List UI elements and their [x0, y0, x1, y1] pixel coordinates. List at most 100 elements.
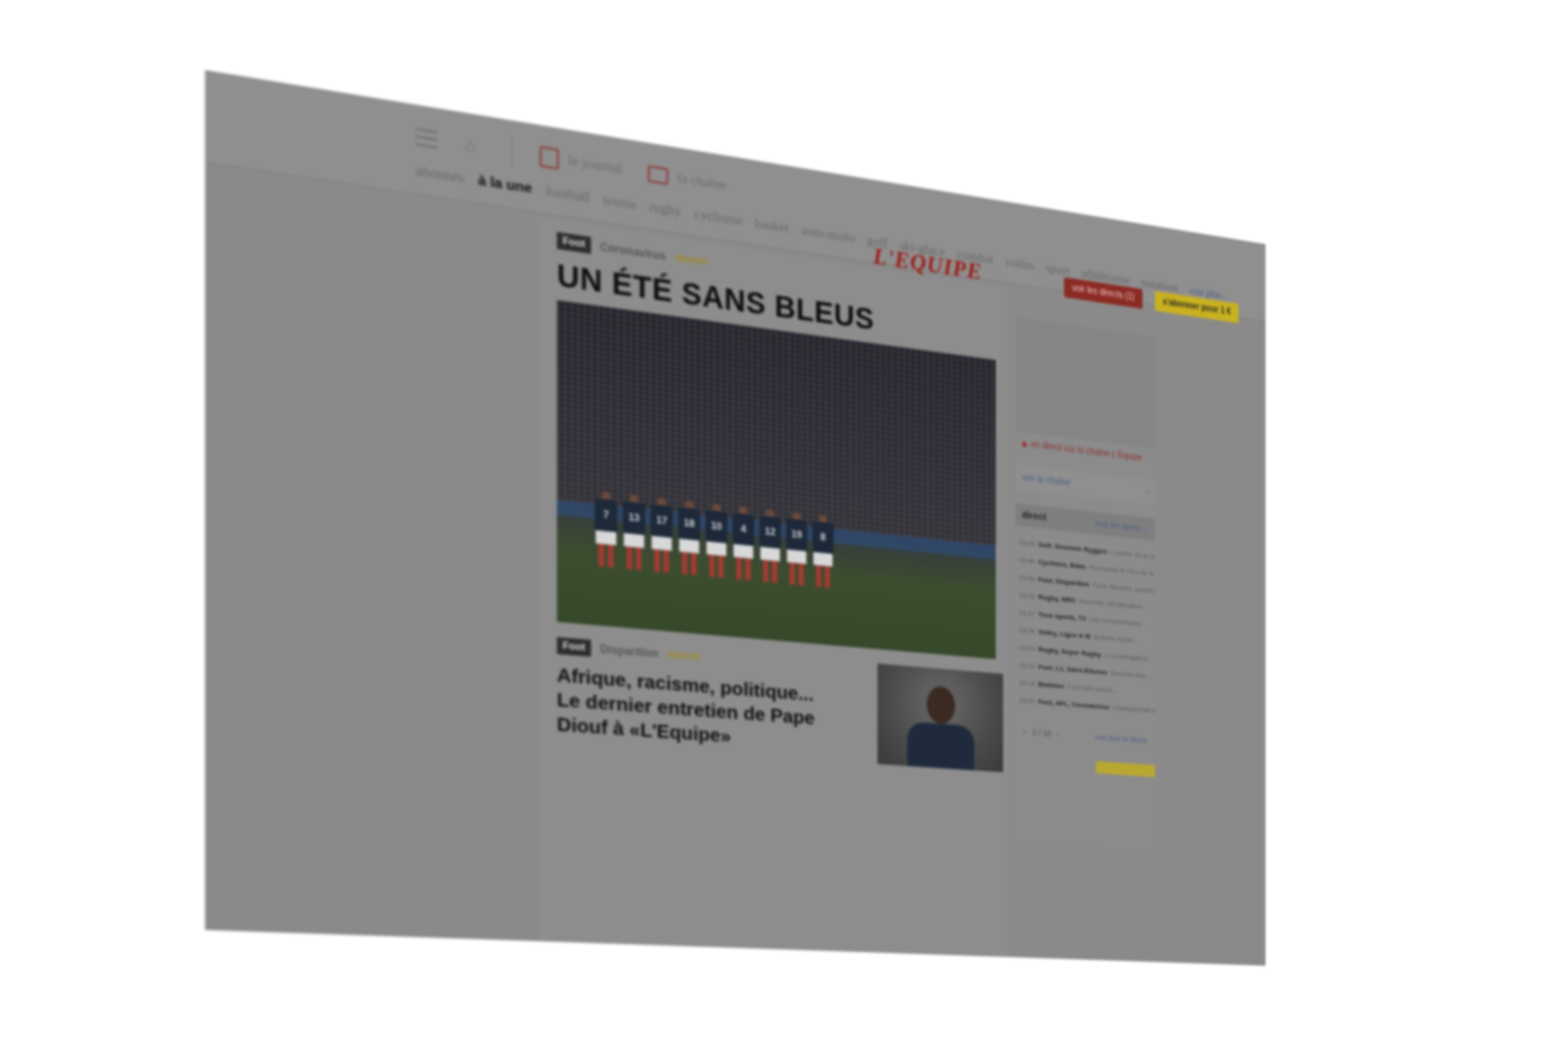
- portrait-body: [907, 721, 975, 773]
- feed-time: 15:46: [1018, 573, 1035, 583]
- feed-text: Championnat le...: [1112, 703, 1155, 715]
- abonne-badge: abonné: [667, 649, 701, 663]
- sport-tag[interactable]: Foot: [556, 637, 591, 657]
- feed-time: 15:18: [1018, 678, 1035, 688]
- feed-sport: Rugby, MRC: [1038, 592, 1077, 604]
- feed-time: 15:09: [1018, 695, 1035, 705]
- live-dot-icon: [1021, 441, 1027, 447]
- newspaper-icon: [539, 145, 559, 170]
- portrait-thumbnail[interactable]: [877, 663, 1004, 773]
- live-video-player[interactable]: [1015, 317, 1155, 449]
- article-kicker[interactable]: Disparition: [600, 643, 658, 661]
- player-legs: [815, 564, 830, 589]
- feed-sport: Rugby, Super Rugby: [1038, 644, 1102, 659]
- player-legs: [709, 554, 724, 579]
- player-figure: 4: [732, 505, 755, 581]
- player-figure: 18: [678, 499, 701, 576]
- second-article-meta: Foot Disparition abonné: [556, 637, 701, 665]
- player-legs: [681, 551, 697, 576]
- journal-link[interactable]: le journal: [539, 145, 622, 180]
- feed-sport: Foot, Disparition: [1038, 575, 1090, 588]
- feed-time: 15:22: [1018, 660, 1035, 670]
- feed-text: Bulletin repart...: [1093, 632, 1139, 645]
- player-jersey: 10: [705, 509, 728, 544]
- chaine-link[interactable]: la chaîne: [647, 165, 726, 194]
- player-jersey: 17: [650, 504, 673, 538]
- feed-text: La prolongation...: [1104, 650, 1153, 663]
- feed-time: 15:49: [1018, 538, 1035, 548]
- tv-icon: [647, 165, 669, 186]
- player-jersey: 7: [594, 498, 618, 533]
- player-jersey: 8: [812, 521, 834, 555]
- player-jersey: 19: [786, 518, 808, 552]
- feed-sport: Foot, AFL, Coronavirus: [1038, 697, 1110, 711]
- nav-item-football[interactable]: football: [545, 184, 589, 207]
- player-legs: [626, 546, 642, 571]
- feed-text: Nouvelle officialisation...: [1079, 596, 1147, 611]
- menu-icon[interactable]: [415, 127, 438, 149]
- see-all-direct-link[interactable]: voir tout le direct: [1095, 733, 1147, 745]
- player-legs: [736, 557, 751, 581]
- feed-sport: Tous sports, TV: [1038, 609, 1087, 623]
- player-figure: 10: [705, 502, 728, 579]
- direct-feed: 15:49 Golf, Seonmin Ryggen L'ombre de la c…: [1015, 533, 1155, 719]
- nav-item-basket[interactable]: basket: [755, 216, 789, 237]
- stage: ⌂ le journal la chaîne abonnés à la une …: [0, 0, 1550, 1061]
- browser-screen: ⌂ le journal la chaîne abonnés à la une …: [205, 70, 1266, 966]
- sport-tag[interactable]: Foot: [556, 231, 591, 254]
- sport-filter-label: tous les sports: [1095, 518, 1141, 533]
- chevron-right-icon: ›: [1146, 487, 1149, 497]
- promo-strip[interactable]: [1095, 761, 1155, 778]
- feed-time: 15:42: [1018, 590, 1035, 601]
- home-icon[interactable]: ⌂: [465, 135, 485, 156]
- player-legs: [789, 562, 804, 586]
- player-legs: [763, 559, 778, 584]
- player-legs: [654, 549, 670, 573]
- nav-item-cyclisme[interactable]: cyclisme: [694, 207, 742, 230]
- nav-item-voiles[interactable]: voiles: [1005, 255, 1034, 274]
- chevron-right-icon[interactable]: ›: [1057, 730, 1059, 739]
- nav-item-abonnes[interactable]: abonnés: [416, 164, 465, 188]
- feed-pager: ‹ 1 / 10 › voir tout le direct: [1015, 721, 1155, 752]
- portrait-face: [926, 685, 956, 725]
- feed-sport: Cyclisme, Bilan: [1038, 557, 1086, 571]
- player-jersey: 12: [759, 515, 781, 549]
- player-figure: 12: [759, 508, 781, 584]
- sport-filter-dropdown[interactable]: tous les sports ⌄: [1095, 518, 1149, 533]
- feed-text: Bouclier des...: [1110, 668, 1151, 680]
- article-kicker[interactable]: Coronavirus: [600, 240, 666, 263]
- player-figure: 8: [812, 514, 834, 589]
- abonne-badge: abonné: [675, 252, 708, 268]
- toolbar-divider: [511, 137, 513, 167]
- chevron-left-icon[interactable]: ‹: [1024, 727, 1026, 736]
- feed-time: 15:23: [1018, 643, 1035, 653]
- player-jersey: 18: [678, 506, 701, 541]
- player-figure: 19: [786, 511, 808, 586]
- player-figure: 17: [650, 497, 673, 574]
- nav-item-tennis[interactable]: tennis: [603, 193, 636, 214]
- player-figure: 7: [594, 491, 618, 568]
- pager-text: 1 / 10: [1032, 727, 1051, 738]
- feed-time: 15:46: [1018, 555, 1035, 566]
- nav-item-rugby[interactable]: rugby: [649, 200, 681, 221]
- right-sidebar: en direct sur la chaîne L'Équipe voir la…: [1015, 317, 1155, 851]
- feed-text: Les commentaires...: [1089, 614, 1147, 628]
- second-article-title[interactable]: Afrique, racisme, politique... Le dernie…: [557, 664, 839, 757]
- feed-sport: Foot, L1, Saint-Étienne: [1038, 662, 1108, 677]
- hero-image[interactable]: 7 13 17 18 10 4 12 19 8: [556, 300, 996, 660]
- feed-time: 15:36: [1018, 625, 1035, 636]
- chevron-down-icon: ⌄: [1142, 523, 1149, 533]
- player-jersey: 13: [622, 501, 646, 536]
- see-channel-label: voir la chaîne: [1021, 472, 1071, 488]
- player-jersey: 4: [732, 512, 755, 547]
- nav-item-a-la-une[interactable]: à la une: [478, 172, 532, 197]
- feed-text: Cara des sports...: [1067, 682, 1118, 695]
- nav-item-auto-moto[interactable]: auto-moto: [801, 223, 855, 247]
- player-figure: 13: [622, 494, 646, 571]
- direct-title: direct: [1021, 509, 1047, 524]
- player-legs: [598, 543, 614, 568]
- see-channel-link[interactable]: voir la chaîne ›: [1015, 464, 1155, 505]
- feed-sport: Volley, Ligue A W: [1038, 627, 1091, 641]
- feed-sport: Biathlon: [1038, 679, 1065, 690]
- second-article[interactable]: Foot Disparition abonné Afrique, racisme…: [556, 637, 1004, 832]
